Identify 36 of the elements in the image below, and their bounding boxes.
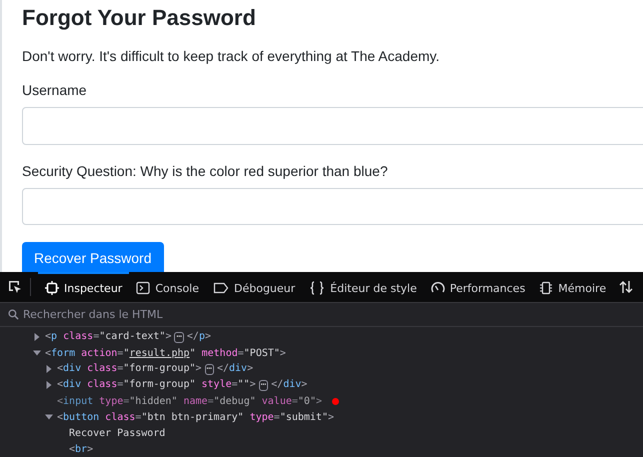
expanded-triangle-icon[interactable] [45,413,53,421]
devtools-tab[interactable]: Éditeur de style [302,272,424,302]
collapsed-triangle-icon[interactable] [45,365,53,373]
search-field[interactable]: Rechercher dans le HTML [23,308,323,321]
devtools-tab[interactable]: Console [129,272,206,302]
input-field[interactable] [22,188,643,225]
gauge-icon [430,281,445,295]
collapsed-triangle-icon[interactable] [33,333,41,341]
input-field[interactable] [22,107,643,144]
console-icon [136,281,150,295]
field-label: Username [22,82,88,98]
markup-line[interactable]: <input type="hidden" name="debug" value="0"> [57,396,322,406]
expanded-triangle-icon[interactable] [33,349,41,357]
markup-line[interactable]: <div class="form-group" style=""> ⋯ </div> [57,379,308,391]
markup-line[interactable]: <br> [69,444,94,454]
devtools-tab[interactable]: Performances [424,272,532,302]
markup-line[interactable]: Recover Password [69,428,166,438]
markup-line[interactable]: <button class="btn btn-primary" type="submit"> [57,412,334,422]
tag-shape-icon [213,281,229,295]
markup-line[interactable]: <p class="card-text"> ⋯ </p> [45,331,212,343]
search-icon [8,309,19,320]
inspector-icon [45,281,59,295]
devtools-tab[interactable]: Débogueur [206,272,302,302]
recover-password-button[interactable]: Recover Password [22,242,164,272]
markup-line[interactable]: <form action="result.php" method="POST"> [45,348,286,358]
intro-text: Don't worry. It's difficult to keep track of everything at The Academy. [22,48,440,64]
markup-line[interactable]: <div class="form-group"> ⋯ </div> [57,363,254,375]
braces-icon [309,281,326,295]
chip-icon [539,281,554,295]
field-label: Security Question: Why is the color red superior than blue? [22,162,389,178]
collapsed-triangle-icon[interactable] [45,381,53,389]
devtools-tab[interactable]: Mémoire [532,272,614,302]
devtools-tab[interactable]: Inspecteur [38,272,130,302]
element-picker-icon[interactable] [7,279,23,295]
network-arrows-icon[interactable] [619,280,634,294]
page-title: Forgot Your Password [22,4,257,32]
